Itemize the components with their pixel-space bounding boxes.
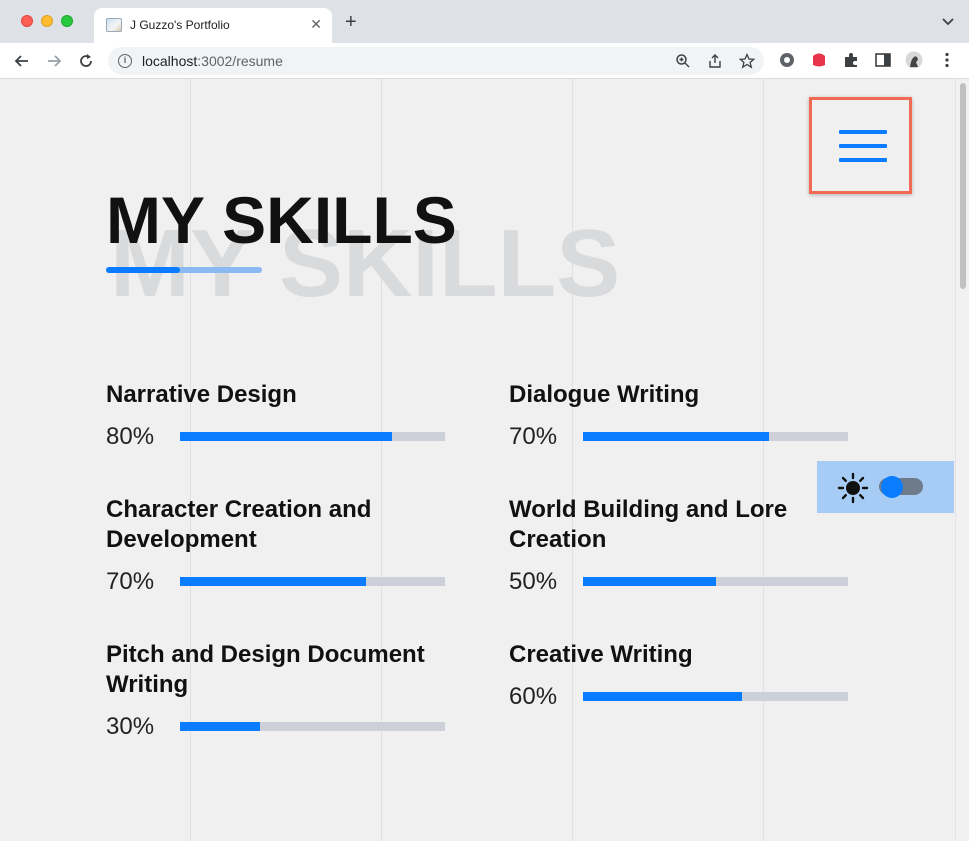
skill-progress-track [180, 577, 445, 586]
tab-title: J Guzzo's Portfolio [130, 18, 230, 32]
scrollbar-thumb[interactable] [960, 83, 966, 289]
skill-progress-fill [583, 692, 742, 701]
skill-percent: 70% [106, 568, 155, 595]
skill-progress-row: 80% [106, 422, 466, 452]
skill-progress-row: 30% [106, 712, 451, 742]
skill-percent: 30% [106, 713, 155, 740]
menu-button[interactable] [809, 97, 912, 194]
skill-progress-track [583, 577, 848, 586]
page-scrollbar[interactable] [955, 79, 969, 841]
close-window-button[interactable] [21, 15, 33, 27]
forward-arrow-icon[interactable] [44, 51, 64, 71]
skill-percent: 70% [509, 423, 558, 450]
bookmark-star-icon[interactable] [739, 53, 755, 69]
skill-progress-fill [180, 577, 366, 586]
favicon-icon [106, 18, 122, 32]
skill-progress-track [583, 692, 848, 701]
skill-name: World Building and Lore Creation [509, 496, 788, 553]
grid-line [763, 79, 764, 841]
skill-name: Creative Writing [509, 641, 693, 668]
maximize-window-button[interactable] [61, 15, 73, 27]
skill-percent: 50% [509, 568, 558, 595]
title-underline-accent [106, 267, 180, 273]
section-title: MY SKILLS [106, 183, 457, 257]
skill-item: World Building and Lore Creation 50% [509, 495, 848, 597]
share-icon[interactable] [707, 53, 723, 69]
zoom-icon[interactable] [675, 53, 691, 69]
skill-progress-fill [583, 577, 716, 586]
hamburger-menu-icon [839, 130, 887, 134]
skill-percent: 60% [509, 683, 558, 710]
profile-avatar-icon[interactable] [905, 51, 923, 69]
skill-name: Character Creation and Development [106, 496, 372, 553]
skill-progress-fill [180, 722, 260, 731]
tab-close-icon[interactable]: ✕ [310, 16, 322, 32]
site-info-icon[interactable]: i [118, 54, 132, 68]
reload-icon[interactable] [76, 51, 96, 71]
tab-search-chevron-icon[interactable] [941, 14, 955, 28]
hamburger-menu-icon [839, 144, 887, 148]
skill-name: Pitch and Design Document Writing [106, 641, 425, 698]
skill-name: Dialogue Writing [509, 381, 700, 408]
skill-percent: 80% [106, 423, 155, 450]
skill-name: Narrative Design [106, 381, 297, 408]
minimize-window-button[interactable] [41, 15, 53, 27]
grid-line [572, 79, 573, 841]
extension-gear-icon[interactable] [778, 51, 796, 69]
new-tab-button[interactable]: + [345, 12, 357, 32]
skill-item: Narrative Design 80% [106, 380, 466, 452]
skill-progress-row: 60% [509, 682, 869, 712]
hamburger-menu-icon [839, 158, 887, 162]
tab-portfolio[interactable]: J Guzzo's Portfolio ✕ [94, 8, 332, 43]
skill-progress-row: 50% [509, 567, 848, 597]
switch-knob[interactable] [881, 476, 903, 498]
skill-progress-track [583, 432, 848, 441]
url-text: localhost:3002/resume [142, 53, 283, 69]
extensions-puzzle-icon[interactable] [842, 51, 860, 69]
skill-item: Dialogue Writing 70% [509, 380, 869, 452]
theme-toggle[interactable] [817, 461, 954, 513]
skill-progress-row: 70% [106, 567, 445, 597]
sun-icon [837, 472, 869, 504]
address-bar[interactable]: i localhost:3002/resume [108, 47, 764, 75]
skill-item: Creative Writing 60% [509, 640, 869, 712]
skill-progress-row: 70% [509, 422, 869, 452]
browser-chrome: J Guzzo's Portfolio ✕ + i localhost:3002… [0, 0, 969, 79]
side-panel-icon[interactable] [874, 51, 892, 69]
extension-red-icon[interactable] [810, 51, 828, 69]
skill-progress-track [180, 432, 445, 441]
skill-item: Character Creation and Development 70% [106, 495, 445, 597]
resume-page: MY SKILLS MY SKILLS Narrative Design 80%… [0, 79, 955, 841]
back-arrow-icon[interactable] [12, 51, 32, 71]
skill-progress-track [180, 722, 445, 731]
tab-strip: J Guzzo's Portfolio ✕ + [0, 0, 969, 43]
skill-progress-fill [583, 432, 769, 441]
skill-progress-fill [180, 432, 392, 441]
skill-item: Pitch and Design Document Writing 30% [106, 640, 451, 742]
browser-menu-icon[interactable] [938, 51, 956, 69]
